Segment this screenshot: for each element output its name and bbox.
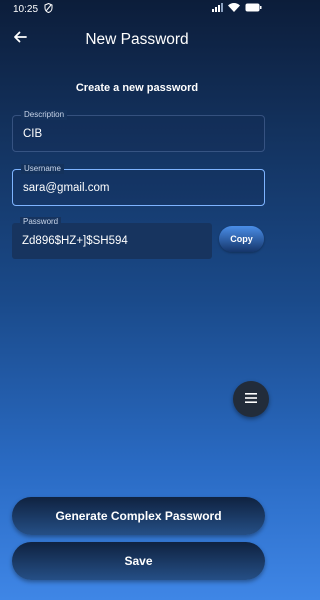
copy-button[interactable]: Copy bbox=[219, 226, 264, 252]
menu-icon bbox=[245, 390, 257, 408]
description-value: CIB bbox=[23, 128, 43, 140]
shield-icon bbox=[44, 2, 53, 16]
wifi-icon bbox=[228, 3, 240, 15]
form-subtitle: Create a new password bbox=[75, 82, 199, 94]
save-button[interactable]: Save bbox=[12, 542, 265, 580]
status-left: 10:25 bbox=[13, 2, 53, 16]
menu-fab[interactable] bbox=[233, 381, 269, 417]
page-title: New Password bbox=[85, 31, 189, 48]
username-field[interactable]: Username sara@gmail.com bbox=[12, 164, 265, 206]
username-value: sara@gmail.com bbox=[23, 182, 110, 194]
username-label: Username bbox=[21, 164, 64, 174]
description-label: Description bbox=[21, 110, 68, 120]
generate-password-button[interactable]: Generate Complex Password bbox=[12, 497, 265, 535]
password-label: Password bbox=[20, 217, 62, 227]
password-value: Zd896$HZ+]$SH594 bbox=[22, 235, 128, 247]
signal-icon bbox=[212, 3, 223, 15]
password-field[interactable]: Password Zd896$HZ+]$SH594 bbox=[12, 217, 212, 259]
app-header: New Password bbox=[0, 22, 274, 56]
status-right bbox=[212, 3, 262, 15]
status-bar: 10:25 bbox=[0, 0, 274, 18]
battery-icon bbox=[245, 3, 262, 15]
status-time: 10:25 bbox=[13, 3, 39, 15]
description-field[interactable]: Description CIB bbox=[12, 110, 265, 152]
